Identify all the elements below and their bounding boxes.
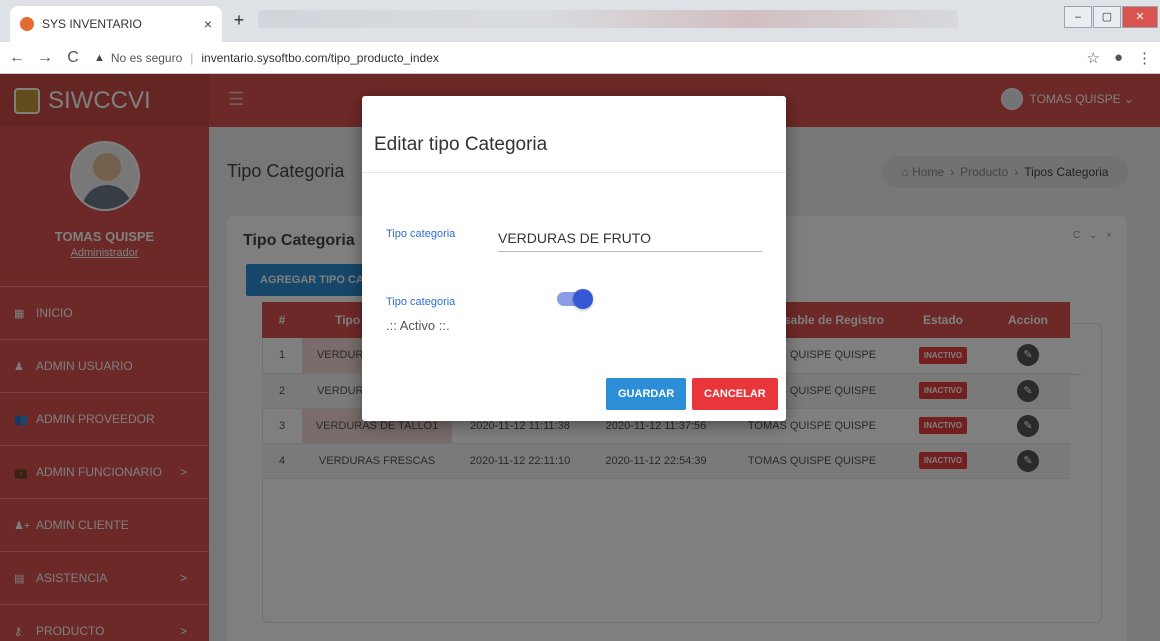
back-icon[interactable]: ← xyxy=(6,49,28,67)
account-icon[interactable]: ● xyxy=(1114,49,1123,67)
edit-category-modal: Editar tipo Categoria Tipo categoria Tip… xyxy=(362,96,786,421)
window-minimize-button[interactable]: – xyxy=(1064,6,1092,28)
name-field-label: Tipo categoria xyxy=(386,228,456,240)
modal-divider xyxy=(362,172,786,173)
menu-dots-icon[interactable]: ⋮ xyxy=(1137,49,1152,67)
url-separator: | xyxy=(190,50,194,65)
url-field[interactable]: ▲ No es seguro | inventario.sysoftbo.com… xyxy=(94,51,439,65)
star-icon[interactable]: ☆ xyxy=(1086,49,1099,67)
url-text: inventario.sysoftbo.com/tipo_producto_in… xyxy=(201,50,439,65)
reload-icon[interactable]: C xyxy=(62,49,84,67)
cancel-button[interactable]: CANCELAR xyxy=(692,378,778,410)
browser-tab[interactable]: SYS INVENTARIO × xyxy=(10,6,222,42)
browser-tabbar: SYS INVENTARIO × + – ▢ ✕ xyxy=(0,0,1160,42)
address-bar: ← → C ▲ No es seguro | inventario.sysoft… xyxy=(0,42,1160,74)
address-bar-actions: ☆ ● ⋮ xyxy=(1086,49,1152,67)
tab-title: SYS INVENTARIO xyxy=(42,17,142,31)
status-field-label: Tipo categoria xyxy=(386,296,456,308)
window-close-button[interactable]: ✕ xyxy=(1122,6,1158,28)
tab-close-icon[interactable]: × xyxy=(204,16,212,32)
status-text: .:: Activo ::. xyxy=(386,318,450,333)
insecure-label: No es seguro xyxy=(110,50,183,65)
new-tab-button[interactable]: + xyxy=(228,10,250,32)
category-name-input[interactable] xyxy=(498,224,762,252)
status-toggle[interactable] xyxy=(557,289,593,309)
save-button[interactable]: GUARDAR xyxy=(606,378,687,410)
blurred-tabs xyxy=(258,10,958,28)
toggle-knob xyxy=(573,289,593,309)
favicon-icon xyxy=(20,17,34,31)
forward-icon[interactable]: → xyxy=(34,49,56,67)
warning-icon: ▲ xyxy=(94,51,105,64)
modal-title: Editar tipo Categoria xyxy=(374,134,548,155)
window-maximize-button[interactable]: ▢ xyxy=(1093,6,1121,28)
